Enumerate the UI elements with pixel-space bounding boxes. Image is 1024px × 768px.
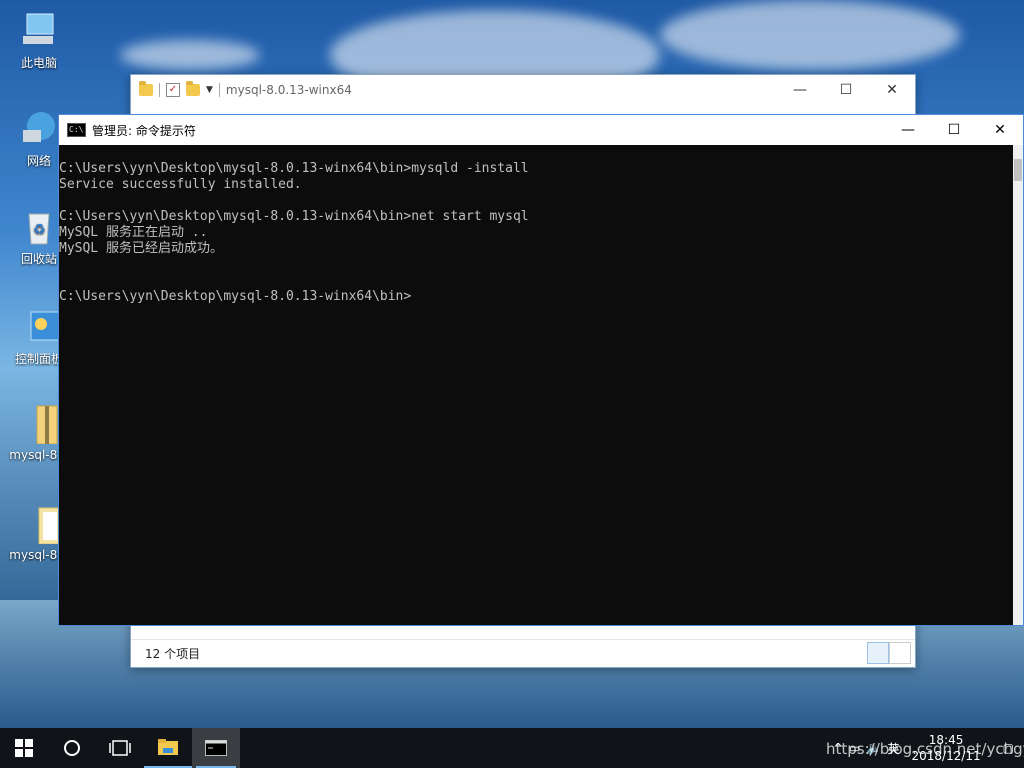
folder-icon	[139, 81, 153, 96]
console-line: MySQL 服务正在启动 ..	[59, 225, 208, 240]
item-count: 12 个项目	[145, 647, 201, 661]
large-icons-view-button[interactable]	[889, 642, 911, 664]
network-icon	[19, 108, 59, 148]
cmd-minimize-button[interactable]: —	[885, 115, 931, 145]
recycle-bin-icon: ♻	[19, 206, 59, 246]
wallpaper-cloud	[120, 40, 260, 70]
explorer-title: mysql-8.0.13-winx64	[225, 83, 352, 97]
control-panel-icon	[19, 306, 60, 346]
command-prompt-icon: C:\	[67, 123, 86, 137]
console-line: C:\Users\yyn\Desktop\mysql-8.0.13-winx64…	[59, 161, 529, 176]
svg-text:♻: ♻	[33, 222, 46, 238]
taskbar-command-prompt[interactable]	[192, 728, 240, 768]
wallpaper-cloud	[660, 0, 960, 70]
separator	[159, 83, 160, 97]
cmd-titlebar[interactable]: C:\ 管理员: 命令提示符	[59, 115, 1023, 145]
cmd-scrollbar[interactable]	[1013, 145, 1023, 625]
explorer-maximize-button[interactable]: ☐	[823, 75, 869, 105]
console-line: C:\Users\yyn\Desktop\mysql-8.0.13-winx64…	[59, 209, 529, 224]
watermark: https://blog.csdn.net/ychgyyn	[826, 740, 1024, 758]
cmd-close-button[interactable]: ✕	[977, 115, 1023, 145]
details-view-button[interactable]	[867, 642, 889, 664]
folder-icon	[19, 504, 60, 545]
chevron-down-icon[interactable]: ▼	[206, 85, 213, 95]
command-prompt-window[interactable]: C:\ 管理员: 命令提示符 — ☐ ✕ C:\Users\yyn\Deskto…	[58, 114, 1024, 626]
desktop-icon-label: 此电脑	[20, 56, 57, 70]
separator	[218, 83, 220, 97]
command-prompt-icon	[205, 740, 227, 756]
console-line: MySQL 服务已经启动成功。	[59, 241, 223, 256]
cmd-title: 管理员: 命令提示符	[92, 123, 196, 138]
windows-start-icon	[15, 739, 33, 757]
quick-access-toolbar: ✓ ▼	[139, 81, 220, 97]
console-prompt[interactable]: C:\Users\yyn\Desktop\mysql-8.0.13-winx64…	[59, 289, 1013, 305]
explorer-minimize-button[interactable]: —	[777, 75, 823, 105]
explorer-status-bar: 12 个项目	[131, 639, 915, 667]
properties-icon[interactable]: ✓	[166, 83, 180, 97]
cmd-maximize-button[interactable]: ☐	[931, 115, 977, 145]
task-view-icon	[109, 740, 131, 756]
console-output[interactable]: C:\Users\yyn\Desktop\mysql-8.0.13-winx64…	[59, 145, 1013, 625]
new-folder-icon[interactable]	[186, 81, 200, 96]
scrollbar-thumb[interactable]	[1014, 159, 1022, 181]
explorer-close-button[interactable]: ✕	[869, 75, 915, 105]
start-button[interactable]	[0, 728, 48, 768]
cortana-circle-icon	[64, 740, 80, 756]
search-button[interactable]	[48, 728, 96, 768]
desktop-icon-this-pc[interactable]: 此电脑	[4, 10, 74, 71]
console-line: Service successfully installed.	[59, 177, 302, 192]
zip-folder-icon	[19, 404, 59, 445]
computer-icon	[19, 10, 59, 50]
task-view-button[interactable]	[96, 728, 144, 768]
taskbar-file-explorer[interactable]	[144, 728, 192, 768]
file-explorer-icon	[158, 739, 178, 755]
